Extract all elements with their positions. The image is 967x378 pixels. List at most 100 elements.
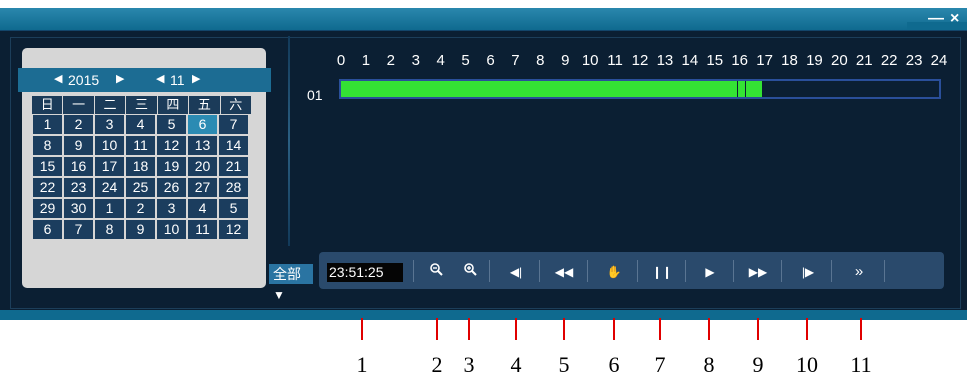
calendar-day[interactable]: 24 (95, 178, 124, 197)
calendar-grid: 日一二三四五六 1 2 3 4 5 6 7 8 9 10 11 12 13 14 15 16 17 18 19 20 2… (32, 96, 252, 240)
prev-year-icon[interactable]: ◀ (54, 72, 62, 85)
weekday-label: 三 (126, 96, 157, 114)
calendar-day[interactable]: 4 (188, 199, 217, 218)
calendar-day[interactable]: 23 (64, 178, 93, 197)
callout-number: 9 (752, 352, 764, 377)
calendar-day[interactable]: 13 (188, 136, 217, 155)
calendar-day[interactable]: 27 (188, 178, 217, 197)
calendar-day[interactable]: 10 (157, 220, 186, 239)
recording-segment[interactable] (341, 81, 763, 97)
calendar-day[interactable]: 19 (157, 157, 186, 176)
hour-tick-label: 22 (880, 52, 898, 69)
play-button[interactable]: ▶ (697, 261, 723, 283)
hour-tick-label: 17 (756, 52, 773, 69)
calendar-day[interactable]: 3 (157, 199, 186, 218)
zoom-out-button[interactable] (423, 261, 449, 283)
separator (884, 260, 885, 282)
close-icon[interactable]: × (950, 11, 959, 27)
rewind-icon: ◀◀ (554, 265, 574, 279)
next-frame-icon: |▶ (801, 265, 815, 279)
separator (685, 260, 686, 282)
hour-tick-label: 0 (336, 52, 346, 69)
calendar-day[interactable]: 5 (157, 115, 186, 134)
hour-tick-label: 18 (781, 52, 798, 69)
minimize-icon[interactable]: — (928, 11, 944, 27)
calendar-day[interactable]: 1 (33, 115, 62, 134)
hour-tick-label: 24 (930, 52, 948, 69)
calendar-day[interactable]: 12 (219, 220, 248, 239)
callout-number: 3 (463, 352, 475, 377)
calendar-day[interactable]: 9 (126, 220, 155, 239)
month-value: 11 (170, 72, 185, 88)
calendar-day[interactable]: 12 (157, 136, 186, 155)
separator (831, 260, 832, 282)
calendar-day[interactable]: 25 (126, 178, 155, 197)
calendar-day[interactable]: 3 (95, 115, 124, 134)
timeline-cursor (737, 81, 739, 97)
callout-leader (515, 318, 517, 340)
hour-tick-label: 12 (631, 52, 649, 69)
day-grid: 1 2 3 4 5 6 7 8 9 10 11 12 13 14 15 16 17 18 19 20 21 22 23 24 2… (32, 114, 256, 240)
prev-frame-button[interactable]: ◀| (503, 261, 529, 283)
calendar-day[interactable]: 7 (64, 220, 93, 239)
callout-leader (468, 318, 470, 340)
hour-tick-label: 1 (361, 52, 371, 69)
calendar-day[interactable]: 16 (64, 157, 93, 176)
calendar-day[interactable]: 22 (33, 178, 62, 197)
calendar-day[interactable]: 11 (126, 136, 155, 155)
separator (781, 260, 782, 282)
pause-button[interactable]: ❙❙ (649, 261, 675, 283)
hour-tick-label: 14 (681, 52, 699, 69)
channel-select[interactable]: 全部 ▼ (269, 264, 313, 302)
calendar-day[interactable]: 11 (188, 220, 217, 239)
more-button[interactable]: » (846, 261, 872, 283)
callout-leader (361, 318, 363, 340)
timeline-track[interactable] (339, 79, 941, 99)
calendar-day[interactable]: 18 (126, 157, 155, 176)
calendar-day[interactable]: 8 (33, 136, 62, 155)
calendar-day[interactable]: 28 (219, 178, 248, 197)
calendar-day[interactable]: 1 (95, 199, 124, 218)
fast-forward-button[interactable]: ▶▶ (745, 261, 771, 283)
playback-window: — × ◀ 2015 ▶ ◀ 11 ▶ 日一二三四五六 1 2 3 4 5 6 7 8 9 10 1… (0, 0, 967, 377)
calendar-day[interactable]: 4 (126, 115, 155, 134)
calendar-day[interactable]: 20 (188, 157, 217, 176)
weekday-label: 六 (220, 96, 251, 114)
calendar-day[interactable]: 2 (64, 115, 93, 134)
hour-tick-label: 19 (806, 52, 823, 69)
bottom-bar (0, 310, 967, 320)
calendar-day[interactable]: 14 (219, 136, 248, 155)
drag-button[interactable]: ✋ (601, 261, 627, 283)
prev-frame-icon: ◀| (509, 265, 523, 279)
channel-label: 01 (307, 87, 323, 103)
next-month-icon[interactable]: ▶ (192, 72, 200, 85)
calendar-day[interactable]: 5 (219, 199, 248, 218)
pause-icon: ❙❙ (651, 265, 673, 279)
calendar-day[interactable]: 8 (95, 220, 124, 239)
calendar-day[interactable]: 2 (126, 199, 155, 218)
calendar-day[interactable]: 6 (33, 220, 62, 239)
next-year-icon[interactable]: ▶ (116, 72, 124, 85)
calendar-day[interactable]: 29 (33, 199, 62, 218)
calendar-day[interactable]: 7 (219, 115, 248, 134)
calendar-day[interactable]: 9 (64, 136, 93, 155)
calendar-day[interactable]: 26 (157, 178, 186, 197)
rewind-button[interactable]: ◀◀ (551, 261, 577, 283)
weekday-header: 日一二三四五六 (32, 96, 252, 114)
next-frame-button[interactable]: |▶ (795, 261, 821, 283)
prev-month-icon[interactable]: ◀ (156, 72, 164, 85)
play-icon: ▶ (705, 265, 715, 279)
separator (539, 260, 540, 282)
zoom-in-button[interactable] (457, 261, 483, 283)
hand-icon: ✋ (606, 265, 622, 279)
weekday-label: 日 (32, 96, 63, 114)
calendar-day[interactable]: 10 (95, 136, 124, 155)
calendar-day[interactable]: 21 (219, 157, 248, 176)
hour-tick-label: 13 (656, 52, 674, 69)
calendar-day[interactable]: 15 (33, 157, 62, 176)
calendar-day[interactable]: 17 (95, 157, 124, 176)
hour-tick-label: 10 (581, 52, 599, 69)
calendar-day[interactable]: 6 (188, 115, 217, 134)
hour-tick-label: 16 (731, 52, 748, 69)
calendar-day[interactable]: 30 (64, 199, 93, 218)
